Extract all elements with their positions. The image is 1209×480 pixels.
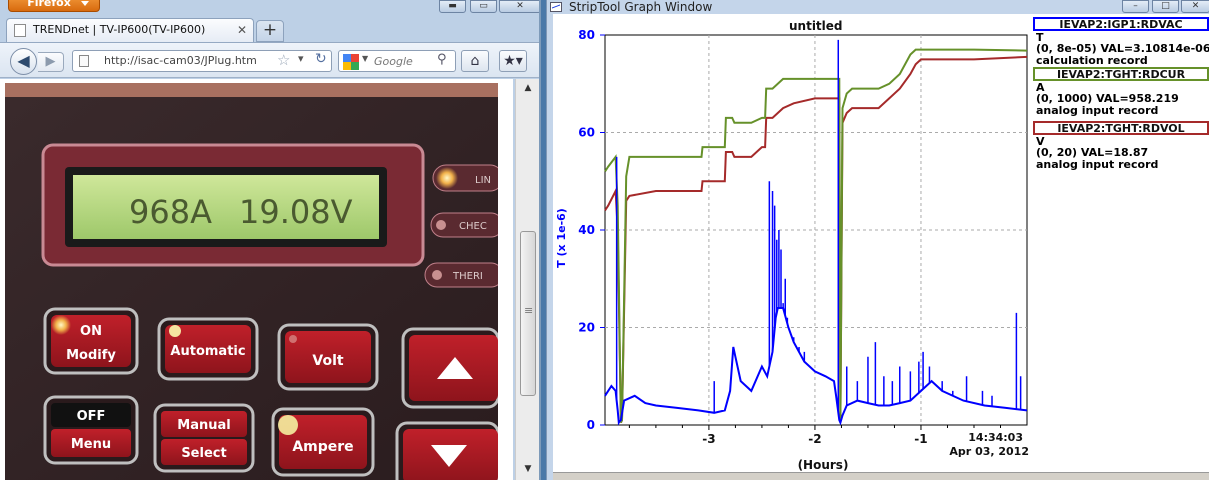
page-icon: [14, 24, 26, 37]
panel-button-label: Menu: [71, 437, 111, 452]
search-icon[interactable]: ⚲: [437, 52, 447, 67]
panel-button-label: Modify: [66, 348, 116, 363]
x-tick-label: -3: [702, 432, 715, 446]
legend-name[interactable]: IEVAP2:IGP1:RDVAC: [1033, 17, 1209, 31]
panel-button-label: Select: [181, 446, 226, 461]
browser-tab[interactable]: TRENDnet | TV-IP600(TV-IP600) ✕: [6, 18, 254, 42]
panel-button-label: OFF: [77, 409, 106, 424]
page-content: 968A 19.08V LIN CHEC THERI ON Modify Aut…: [0, 79, 513, 480]
panel-button-label: ON: [80, 324, 102, 339]
firefox-menu-button[interactable]: Firefox: [8, 0, 100, 12]
forward-arrow-icon: ▶: [45, 54, 56, 69]
home-button[interactable]: ⌂: [461, 50, 489, 72]
window-title: StripTool Graph Window: [569, 0, 713, 14]
engine-dropdown-icon[interactable]: ▼: [362, 54, 368, 63]
panel-button-label: Automatic: [170, 344, 245, 359]
google-icon[interactable]: [343, 54, 359, 70]
time-label: 14:34:03: [968, 431, 1023, 444]
page-icon: [79, 55, 89, 67]
striptool-toolbar[interactable]: [553, 472, 1209, 480]
lcd-current: 968A: [129, 193, 212, 231]
legend-name[interactable]: IEVAP2:TGHT:RDVOL: [1033, 121, 1209, 135]
y-tick-label: 0: [587, 418, 595, 432]
minimize-button[interactable]: –: [1122, 0, 1149, 13]
firefox-window: Firefox ▬ ▭ ✕ TRENDnet | TV-IP600(TV-IP6…: [0, 0, 541, 480]
panel-button-label: Manual: [177, 418, 230, 433]
url-text[interactable]: http://isac-cam03/JPlug.htm: [104, 54, 257, 67]
power-supply-panel-image: 968A 19.08V LIN CHEC THERI ON Modify Aut…: [5, 83, 498, 480]
url-dropdown-icon[interactable]: ▾: [298, 52, 304, 65]
minimize-button[interactable]: ▬: [439, 0, 466, 13]
close-tab-icon[interactable]: ✕: [237, 19, 247, 41]
striptool-window: StripTool Graph Window – □ ✕ untitled 02…: [546, 0, 1209, 480]
bookmarks-button[interactable]: ★▾: [499, 50, 527, 72]
x-tick-label: -1: [914, 432, 927, 446]
back-arrow-icon: ◀: [17, 51, 30, 70]
close-button[interactable]: ✕: [499, 0, 539, 13]
scrollbar-thumb[interactable]: [520, 231, 536, 396]
address-bar[interactable]: http://isac-cam03/JPlug.htm ☆ ▾ ↻: [72, 50, 332, 72]
forward-button[interactable]: ▶: [38, 52, 64, 72]
y-tick-label: 40: [578, 223, 595, 237]
indicator-label: LIN: [475, 175, 491, 186]
camera-video-feed: 968A 19.08V LIN CHEC THERI ON Modify Aut…: [5, 83, 498, 480]
panel-button-label: Volt: [312, 353, 343, 369]
indicator-label: CHEC: [459, 221, 487, 232]
x-tick-label: -2: [808, 432, 821, 446]
navigation-toolbar: ◀ ▶ http://isac-cam03/JPlug.htm ☆ ▾ ↻ ▼ …: [0, 42, 539, 78]
close-button[interactable]: ✕: [1181, 0, 1209, 13]
maximize-button[interactable]: ▭: [470, 0, 497, 13]
y-tick-label: 80: [578, 28, 595, 42]
indicator-label: THERI: [452, 271, 483, 282]
reload-icon[interactable]: ↻: [315, 51, 327, 67]
search-box[interactable]: ▼ Google ⚲: [338, 50, 456, 72]
home-icon: ⌂: [470, 53, 480, 69]
striptool-app-icon: [550, 2, 562, 12]
graph-area: untitled 0 20 40 60 80 -3 -2 -1 T (x 1e-6) (Hou…: [553, 14, 1209, 480]
bookmarks-icon: ★▾: [503, 53, 523, 69]
y-tick-label: 60: [578, 126, 595, 140]
panel-button-label: Ampere: [292, 439, 353, 455]
legend-description: analog input record: [1036, 158, 1159, 171]
maximize-button[interactable]: □: [1152, 0, 1179, 13]
legend-name[interactable]: IEVAP2:TGHT:RDCUR: [1033, 67, 1209, 81]
legend-description: calculation record: [1036, 54, 1148, 67]
chart-grid: [604, 34, 1028, 426]
search-placeholder: Google: [374, 55, 413, 68]
y-axis-label: T (x 1e-6): [555, 208, 568, 268]
bookmark-star-icon[interactable]: ☆: [277, 51, 290, 69]
back-button[interactable]: ◀: [10, 48, 37, 75]
scroll-down-icon[interactable]: ▼: [516, 460, 539, 478]
date-label: Apr 03, 2012: [949, 445, 1029, 458]
y-tick-label: 20: [578, 321, 595, 335]
new-tab-button[interactable]: +: [256, 20, 284, 42]
scroll-up-icon[interactable]: ▲: [516, 79, 539, 97]
tab-title: TRENDnet | TV-IP600(TV-IP600): [33, 23, 206, 36]
vertical-scrollbar[interactable]: ▲ ▼: [515, 79, 539, 480]
x-axis-label: (Hours): [798, 458, 849, 472]
lcd-voltage: 19.08V: [239, 193, 353, 231]
strip-chart[interactable]: 0 20 40 60 80 -3 -2 -1 T (x 1e-6) (Hours) 14:34…: [553, 14, 1033, 474]
legend-description: analog input record: [1036, 104, 1159, 117]
